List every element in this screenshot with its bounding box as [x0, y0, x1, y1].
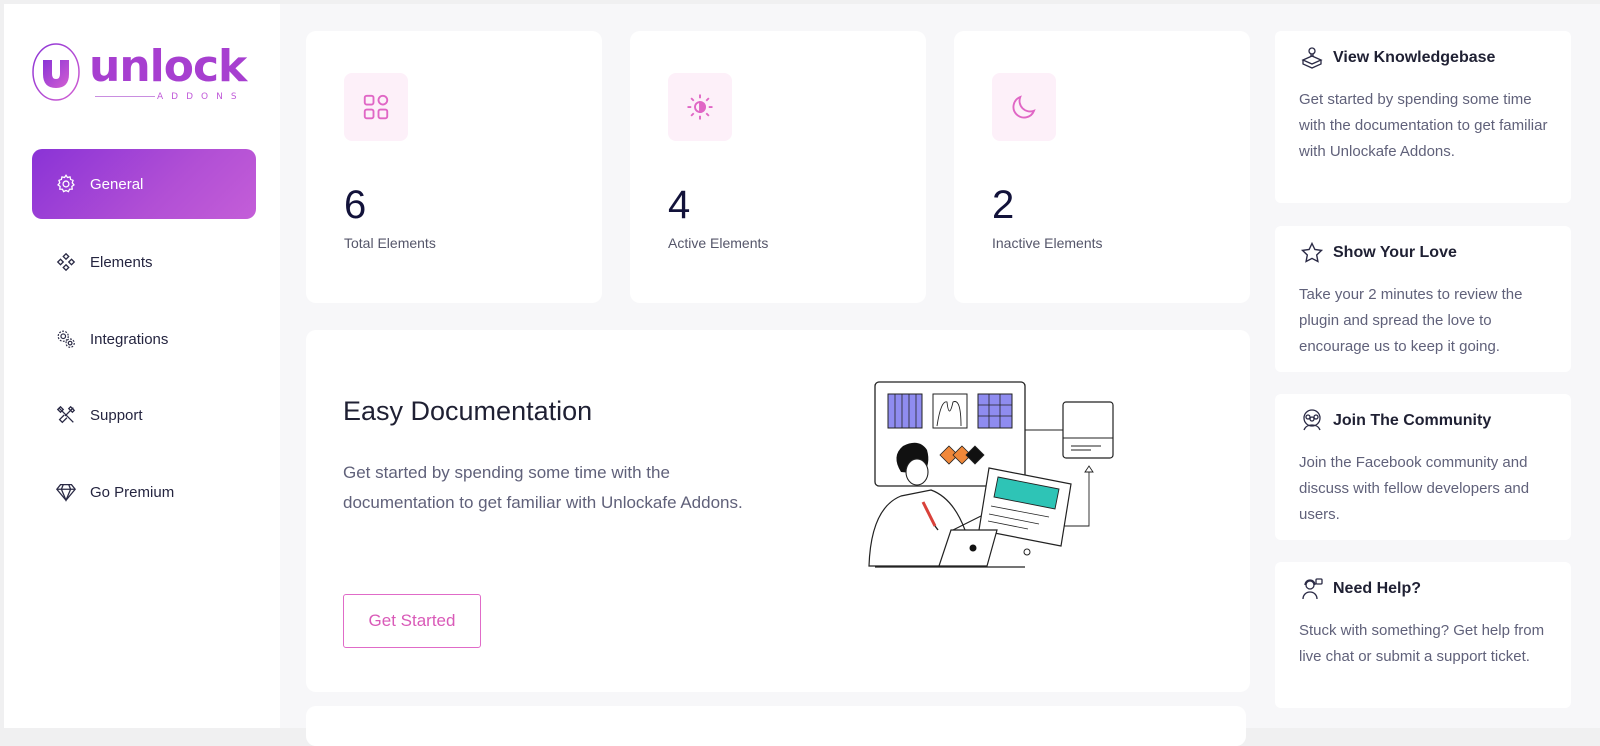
sidebar-item-label: Elements — [90, 253, 153, 271]
stat-card-total: 6 Total Elements — [306, 31, 602, 303]
side-card-show-love[interactable]: Show Your Love Take your 2 minutes to re… — [1275, 226, 1571, 372]
sidebar-item-label: Support — [90, 406, 143, 424]
brand-logo[interactable]: unlock ADDONS — [31, 38, 261, 108]
sidebar-item-go-premium[interactable]: Go Premium — [32, 457, 256, 527]
app-root: unlock ADDONS General Elements Integrati… — [0, 0, 1600, 746]
sidebar-item-integrations[interactable]: Integrations — [32, 304, 256, 374]
community-icon — [1299, 408, 1325, 434]
side-card-need-help[interactable]: Need Help? Stuck with something? Get hel… — [1275, 562, 1571, 708]
elements-icon — [54, 250, 78, 274]
get-started-button[interactable]: Get Started — [343, 594, 481, 648]
side-card-text: Get started by spending some time with t… — [1299, 91, 1548, 160]
sidebar-item-label: Go Premium — [90, 483, 175, 501]
side-card-title: Need Help? — [1333, 580, 1422, 597]
sidebar-item-support[interactable]: Support — [32, 380, 256, 450]
bottom-card — [306, 706, 1246, 746]
documentation-card: Easy Documentation Get started by spendi… — [306, 330, 1250, 692]
documentation-text: Get started by spending some time with t… — [343, 463, 743, 512]
logo-divider — [95, 96, 155, 97]
developer-illustration — [868, 381, 1114, 568]
stat-label: Active Elements — [668, 235, 769, 251]
stat-card-inactive: 2 Inactive Elements — [954, 31, 1250, 303]
logo-mark-icon — [32, 43, 80, 101]
stat-value: 4 — [668, 183, 691, 227]
stat-value: 2 — [992, 183, 1015, 227]
diamond-icon — [54, 480, 78, 504]
side-card-text: Join the Facebook community and discuss … — [1299, 454, 1530, 523]
sun-icon — [668, 73, 732, 141]
side-card-knowledgebase[interactable]: View Knowledgebase Get started by spendi… — [1275, 31, 1571, 203]
star-icon — [1299, 240, 1325, 266]
side-card-title: Join The Community — [1333, 412, 1492, 429]
side-card-community[interactable]: Join The Community Join the Facebook com… — [1275, 394, 1571, 540]
stat-value: 6 — [344, 183, 367, 227]
tools-icon — [54, 403, 78, 427]
side-card-text: Stuck with something? Get help from live… — [1299, 622, 1545, 665]
integrations-icon — [54, 327, 78, 351]
stat-card-active: 4 Active Elements — [630, 31, 926, 303]
brand-tagline: ADDONS — [157, 92, 245, 102]
sidebar-item-label: General — [90, 175, 144, 193]
gear-icon — [54, 172, 78, 196]
side-card-title: View Knowledgebase — [1333, 49, 1496, 66]
grid-icon — [344, 73, 408, 141]
documentation-title: Easy Documentation — [343, 396, 593, 426]
side-card-title: Show Your Love — [1333, 244, 1457, 261]
stat-label: Inactive Elements — [992, 235, 1103, 251]
moon-icon — [992, 73, 1056, 141]
sidebar-item-elements[interactable]: Elements — [32, 227, 256, 297]
stat-label: Total Elements — [344, 235, 436, 251]
sidebar: unlock ADDONS General Elements Integrati… — [4, 4, 280, 728]
side-card-text: Take your 2 minutes to review the plugin… — [1299, 286, 1523, 355]
sidebar-item-label: Integrations — [90, 330, 169, 348]
sidebar-item-general[interactable]: General — [32, 149, 256, 219]
support-agent-icon — [1299, 576, 1325, 602]
brand-name: unlock — [89, 41, 247, 92]
knowledgebase-icon — [1299, 45, 1325, 71]
